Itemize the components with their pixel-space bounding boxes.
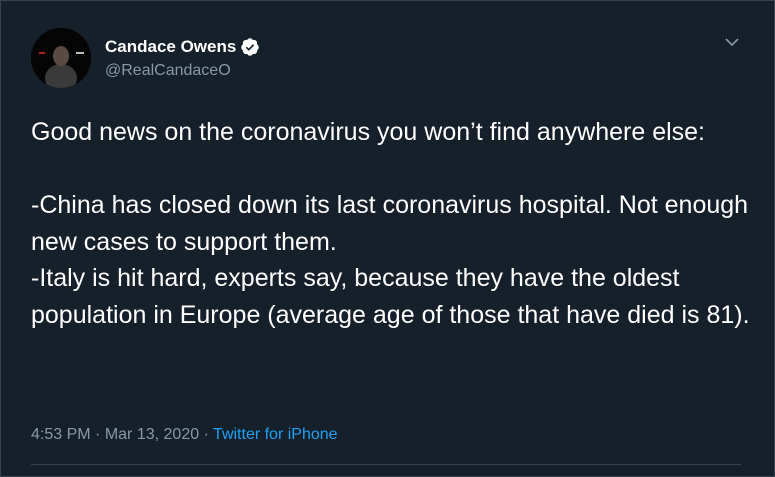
tweet-card: Candace Owens @RealCandaceO Good news on…	[0, 0, 775, 477]
avatar-image	[31, 28, 91, 88]
tweet-paragraph: -Italy is hit hard, experts say, because…	[31, 264, 750, 329]
meta-separator: ·	[95, 426, 101, 443]
verified-badge-icon	[241, 38, 260, 56]
tweet-time[interactable]: 4:53 PM	[31, 426, 91, 443]
tweet-metadata: 4:53 PM · Mar 13, 2020 · Twitter for iPh…	[31, 424, 338, 446]
more-options-button[interactable]	[722, 34, 742, 50]
tweet-paragraph	[31, 151, 761, 188]
author-name[interactable]: Candace Owens	[105, 36, 260, 58]
divider	[31, 464, 741, 465]
tweet-paragraph: Good news on the coronavirus you won’t f…	[31, 118, 705, 146]
author-handle[interactable]: @RealCandaceO	[105, 61, 231, 81]
avatar[interactable]	[31, 28, 91, 88]
tweet-date[interactable]: Mar 13, 2020	[105, 426, 199, 443]
tweet-paragraph: -China has closed down its last coronavi…	[31, 191, 749, 256]
meta-separator: ·	[203, 426, 209, 443]
tweet-text: Good news on the coronavirus you won’t f…	[31, 114, 761, 333]
tweet-source-link[interactable]: Twitter for iPhone	[213, 426, 338, 443]
author-name-text: Candace Owens	[105, 37, 237, 56]
chevron-down-icon	[725, 38, 739, 47]
